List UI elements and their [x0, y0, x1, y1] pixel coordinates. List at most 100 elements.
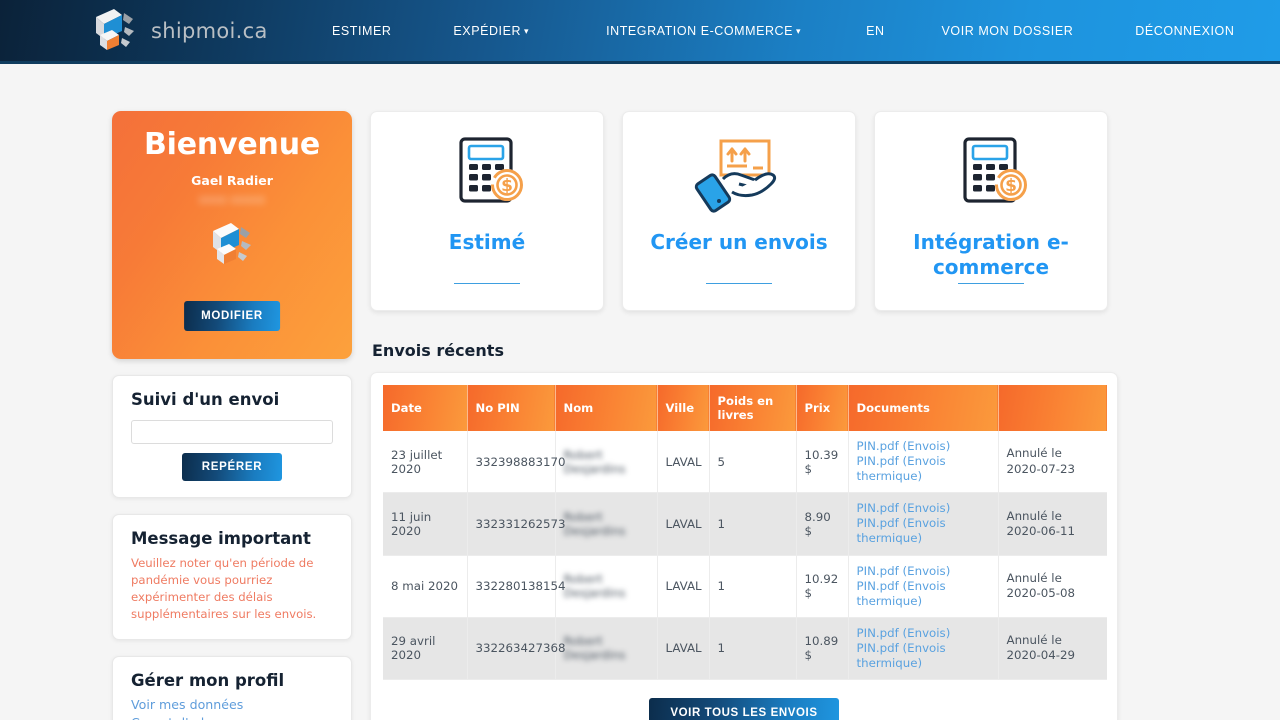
profile-link-list: Voir mes données Carnet d'adresses Modif…	[131, 696, 333, 720]
nav-item-voir-mon-dossier[interactable]: VOIR MON DOSSIER	[942, 24, 1074, 38]
cell-pin: 332263427368	[467, 617, 566, 680]
action-cards-row: $ Estimé Créer un envois $ Intégration e…	[370, 111, 1118, 311]
important-message-widget: Message important Veuillez noter qu'en p…	[112, 514, 352, 641]
table-row: 8 mai 2020 332280138154 Robert Desjardin…	[383, 555, 1107, 618]
nav-item-expedier[interactable]: EXPÉDIER ▾	[453, 24, 529, 38]
document-link-pin-envois-thermique[interactable]: PIN.pdf (Envois thermique)	[857, 641, 990, 671]
cell-documents: PIN.pdf (Envois) PIN.pdf (Envois thermiq…	[848, 555, 999, 618]
tracking-number-input[interactable]	[131, 420, 333, 444]
action-card-underline	[706, 282, 772, 284]
action-card-estime-label: Estimé	[448, 230, 526, 254]
cell-nom: Robert Desjardins	[555, 555, 658, 618]
cell-documents: PIN.pdf (Envois) PIN.pdf (Envois thermiq…	[848, 431, 999, 493]
table-footer: VOIR TOUS LES ENVOIS	[383, 680, 1105, 720]
shipments-table: Date No PIN Nom Ville Poids en livres Pr…	[383, 385, 1107, 680]
profile-widget: Gérer mon profil Voir mes données Carnet…	[112, 656, 352, 720]
cell-date: 11 juin 2020	[383, 492, 468, 556]
cell-ville: LAVAL	[657, 555, 710, 618]
action-card-creer-un-envois-label: Créer un envois	[650, 230, 828, 254]
column-header-ville[interactable]: Ville	[657, 385, 710, 431]
document-link-pin-envois[interactable]: PIN.pdf (Envois)	[857, 501, 990, 516]
document-link-pin-envois[interactable]: PIN.pdf (Envois)	[857, 564, 990, 579]
cell-date: 29 avril 2020	[383, 617, 468, 680]
table-row: 23 juillet 2020 332398883170 Robert Desj…	[383, 431, 1107, 493]
cell-ville: LAVAL	[657, 431, 710, 493]
action-card-integration-ecommerce-label: Intégration e-commerce	[913, 230, 1069, 279]
cell-prix: 10.89 $	[796, 617, 849, 680]
cell-nom: Robert Desjardins	[555, 617, 658, 680]
document-link-pin-envois[interactable]: PIN.pdf (Envois)	[857, 439, 990, 454]
shipments-table-card: Date No PIN Nom Ville Poids en livres Pr…	[370, 372, 1118, 720]
tracking-widget: Suivi d'un envoi REPÉRER	[112, 375, 352, 498]
cell-prix: 10.39 $	[796, 431, 849, 493]
reperer-button[interactable]: REPÉRER	[181, 453, 283, 481]
welcome-card: Bienvenue Gael Radier 0000 00000 MODIFIE…	[112, 111, 352, 359]
cell-pin: 332398883170	[467, 431, 566, 493]
column-header-poids[interactable]: Poids en livres	[709, 385, 797, 431]
modifier-profile-button[interactable]: MODIFIER	[184, 301, 280, 331]
main-content: $ Estimé Créer un envois $ Intégration e…	[370, 111, 1118, 720]
shipmoi-box-arrow-logo-icon	[88, 5, 142, 57]
table-row: 11 juin 2020 332331262573 Robert Desjard…	[383, 492, 1107, 556]
cell-date: 23 juillet 2020	[383, 431, 468, 493]
cell-pin: 332280138154	[467, 555, 566, 618]
column-header-documents[interactable]: Documents	[848, 385, 999, 431]
document-link-pin-envois-thermique[interactable]: PIN.pdf (Envois thermique)	[857, 454, 990, 484]
welcome-masked-info: 0000 00000	[198, 194, 266, 207]
cell-nom: Robert Desjardins	[555, 431, 658, 493]
tracking-button-wrap: REPÉRER	[131, 453, 333, 481]
table-row: 29 avril 2020 332263427368 Robert Desjar…	[383, 617, 1107, 680]
profile-link-carnet-adresses[interactable]: Carnet d'adresses	[131, 714, 333, 720]
cell-poids: 5	[709, 431, 797, 493]
shipmoi-box-arrow-logo-icon	[213, 223, 251, 264]
cell-statut: Annulé le 2020-04-29	[1006, 633, 1076, 663]
column-header-nom[interactable]: Nom	[555, 385, 658, 431]
shipments-table-head: Date No PIN Nom Ville Poids en livres Pr…	[383, 385, 1107, 431]
profile-widget-title: Gérer mon profil	[131, 671, 285, 691]
document-link-pin-envois-thermique[interactable]: PIN.pdf (Envois thermique)	[857, 579, 990, 609]
table-header-row: Date No PIN Nom Ville Poids en livres Pr…	[383, 385, 1107, 431]
column-header-no-pin[interactable]: No PIN	[467, 385, 556, 431]
svg-text:$: $	[501, 176, 513, 196]
sidebar: Bienvenue Gael Radier 0000 00000 MODIFIE…	[112, 111, 352, 720]
voir-tous-les-envois-button[interactable]: VOIR TOUS LES ENVOIS	[649, 698, 839, 720]
nav-item-language-en[interactable]: EN	[866, 24, 884, 38]
cell-ville: LAVAL	[657, 492, 710, 556]
cell-pin: 332331262573	[467, 492, 566, 556]
cell-poids: 1	[709, 492, 797, 556]
column-header-date[interactable]: Date	[383, 385, 468, 431]
svg-text:$: $	[1005, 176, 1017, 196]
column-header-prix[interactable]: Prix	[796, 385, 849, 431]
important-message-body: Veuillez noter qu'en période de pandémie…	[131, 556, 317, 622]
cell-poids: 1	[709, 555, 797, 618]
cell-poids: 1	[709, 617, 797, 680]
nav-item-estimer[interactable]: ESTIMER	[332, 24, 391, 38]
calculator-dollar-icon: $	[949, 130, 1033, 216]
column-header-statut	[998, 385, 1107, 431]
action-card-underline	[958, 282, 1024, 284]
calculator-dollar-icon: $	[445, 130, 529, 216]
cell-ville: LAVAL	[657, 617, 710, 680]
cell-documents: PIN.pdf (Envois) PIN.pdf (Envois thermiq…	[848, 492, 999, 556]
top-navigation-bar: shipmoi.ca ESTIMER EXPÉDIER ▾ INTEGRATION…	[0, 0, 1280, 64]
chevron-down-icon: ▾	[524, 25, 530, 36]
cell-statut: Annulé le 2020-05-08	[1006, 570, 1076, 601]
page-title: Envois récents	[372, 341, 504, 360]
cell-date: 8 mai 2020	[383, 555, 468, 618]
cell-prix: 8.90 $	[796, 492, 849, 556]
action-card-integration-ecommerce[interactable]: $ Intégration e-commerce	[874, 111, 1108, 311]
action-card-creer-un-envois[interactable]: Créer un envois	[622, 111, 856, 311]
document-link-pin-envois-thermique[interactable]: PIN.pdf (Envois thermique)	[857, 516, 990, 546]
welcome-logo	[112, 221, 352, 278]
shipments-table-body: 23 juillet 2020 332398883170 Robert Desj…	[383, 431, 1107, 680]
nav-item-deconnexion[interactable]: DÉCONNEXION	[1135, 24, 1234, 38]
action-card-estime[interactable]: $ Estimé	[370, 111, 604, 311]
profile-link-voir-mes-donnees[interactable]: Voir mes données	[131, 696, 333, 714]
site-logo[interactable]: shipmoi.ca	[88, 5, 273, 57]
cell-prix: 10.92 $	[796, 555, 849, 618]
cell-statut: Annulé le 2020-07-23	[1006, 446, 1076, 476]
page-content: Bienvenue Gael Radier 0000 00000 MODIFIE…	[0, 64, 1280, 720]
hand-package-icon	[689, 130, 789, 216]
document-link-pin-envois[interactable]: PIN.pdf (Envois)	[857, 626, 990, 641]
nav-item-integration-ecommerce[interactable]: INTEGRATION E-COMMERCE ▾	[606, 24, 801, 38]
